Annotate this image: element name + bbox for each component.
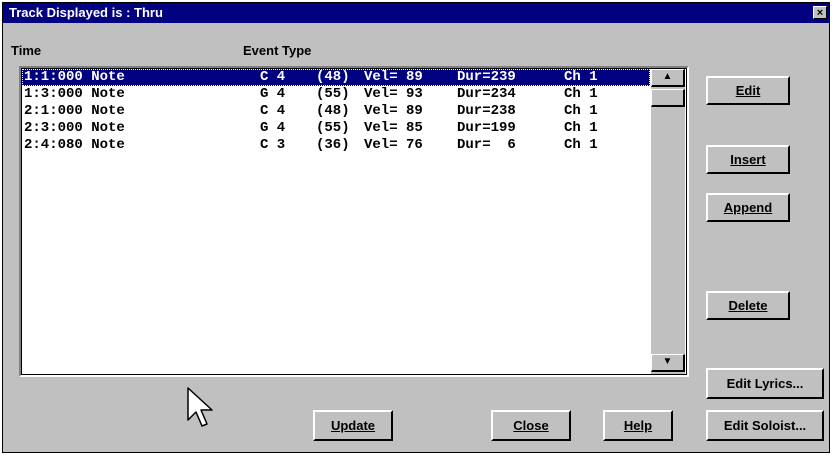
event-ch-cell: Ch 1: [564, 69, 598, 85]
scroll-down-button[interactable]: ▼: [651, 354, 685, 372]
event-time-cell: 2:4:080 Note: [24, 137, 125, 153]
insert-button[interactable]: Insert: [706, 145, 790, 174]
event-list-rows: 1:1:000 Note C 4 (48) Vel= 89 Dur=239 Ch 1 1:3…: [22, 69, 650, 374]
event-note-cell: C 3: [260, 137, 286, 153]
track-event-dialog: Track Displayed is : Thru × Time Event T…: [2, 2, 830, 453]
event-row[interactable]: 1:3:000 Note G 4 (55) Vel= 93 Dur=234 Ch 1: [22, 86, 650, 103]
event-vel-cell: Vel= 89: [364, 103, 423, 119]
window-title: Track Displayed is : Thru: [9, 5, 163, 20]
event-num-cell: (55): [316, 120, 350, 136]
event-ch-cell: Ch 1: [564, 103, 598, 119]
arrow-up-icon: ▲: [662, 71, 673, 82]
event-dur-cell: Dur=234: [457, 86, 516, 102]
edit-button[interactable]: Edit: [706, 76, 790, 105]
event-dur-cell: Dur=239: [457, 69, 516, 85]
event-note-cell: C 4: [260, 69, 286, 85]
update-button[interactable]: Update: [313, 410, 393, 441]
event-num-cell: (48): [316, 69, 350, 85]
append-button[interactable]: Append: [706, 193, 790, 222]
vertical-scrollbar[interactable]: ▲ ▼: [651, 69, 685, 374]
edit-soloist-button[interactable]: Edit Soloist...: [706, 410, 824, 441]
close-icon[interactable]: ×: [813, 6, 827, 19]
event-vel-cell: Vel= 89: [364, 69, 423, 85]
event-time-cell: 1:3:000 Note: [24, 86, 125, 102]
help-button[interactable]: Help: [603, 410, 673, 441]
help-button-label: Help: [623, 418, 653, 433]
event-dur-cell: Dur= 6: [457, 137, 516, 153]
edit-lyrics-button[interactable]: Edit Lyrics...: [706, 368, 824, 399]
event-time-cell: 1:1:000 Note: [24, 69, 125, 85]
scroll-thumb[interactable]: [651, 89, 685, 107]
edit-button-label: Edit: [735, 83, 761, 98]
arrow-down-icon: ▼: [662, 356, 673, 367]
update-button-label: Update: [330, 418, 376, 433]
event-note-cell: G 4: [260, 86, 286, 102]
event-num-cell: (36): [316, 137, 350, 153]
edit-lyrics-button-label: Edit Lyrics...: [726, 376, 804, 391]
column-header-time: Time: [11, 43, 42, 58]
delete-button[interactable]: Delete: [706, 291, 790, 320]
scroll-track[interactable]: [651, 107, 685, 354]
insert-button-label: Insert: [730, 152, 766, 167]
title-bar[interactable]: Track Displayed is : Thru ×: [3, 3, 829, 23]
event-vel-cell: Vel= 76: [364, 137, 423, 153]
mouse-pointer-icon: [187, 387, 213, 427]
event-note-cell: C 4: [260, 103, 286, 119]
event-row[interactable]: 2:1:000 Note C 4 (48) Vel= 89 Dur=238 Ch 1: [22, 103, 650, 120]
event-ch-cell: Ch 1: [564, 86, 598, 102]
event-time-cell: 2:3:000 Note: [24, 120, 125, 136]
close-button-label: Close: [513, 418, 549, 433]
event-time-cell: 2:1:000 Note: [24, 103, 125, 119]
event-dur-cell: Dur=199: [457, 120, 516, 136]
event-dur-cell: Dur=238: [457, 103, 516, 119]
column-header-event-type: Event Type: [243, 43, 312, 58]
event-row[interactable]: 2:3:000 Note G 4 (55) Vel= 85 Dur=199 Ch 1: [22, 120, 650, 137]
event-vel-cell: Vel= 85: [364, 120, 423, 136]
event-ch-cell: Ch 1: [564, 120, 598, 136]
event-list[interactable]: 1:1:000 Note C 4 (48) Vel= 89 Dur=239 Ch 1 1:3…: [19, 66, 689, 377]
edit-soloist-button-label: Edit Soloist...: [723, 418, 807, 433]
append-button-label: Append: [723, 200, 773, 215]
close-button[interactable]: Close: [491, 410, 571, 441]
event-row[interactable]: 2:4:080 Note C 3 (36) Vel= 76 Dur= 6 Ch 1: [22, 137, 650, 154]
event-note-cell: G 4: [260, 120, 286, 136]
delete-button-label: Delete: [728, 298, 768, 313]
event-vel-cell: Vel= 93: [364, 86, 423, 102]
scroll-up-button[interactable]: ▲: [651, 69, 685, 87]
event-num-cell: (55): [316, 86, 350, 102]
event-ch-cell: Ch 1: [564, 137, 598, 153]
event-row[interactable]: 1:1:000 Note C 4 (48) Vel= 89 Dur=239 Ch 1: [22, 69, 650, 86]
event-num-cell: (48): [316, 103, 350, 119]
